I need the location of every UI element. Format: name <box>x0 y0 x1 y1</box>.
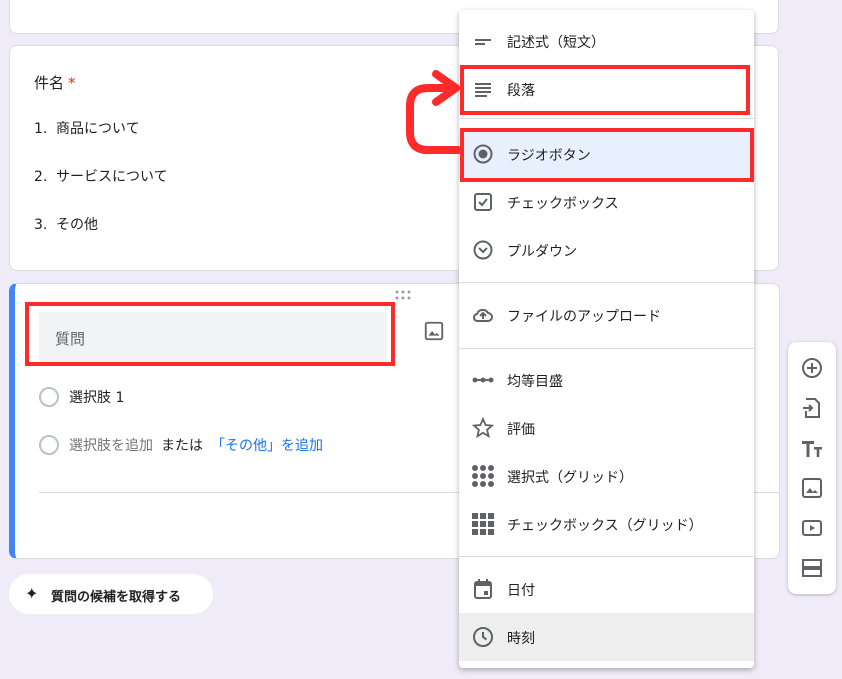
question-title: 件名 * <box>34 74 76 92</box>
linear-scale-icon <box>472 377 494 383</box>
choice-option-1[interactable]: 選択肢 1 <box>69 387 124 407</box>
list-item: 2. サービスについて <box>34 169 168 185</box>
question-input[interactable]: 質問 <box>39 312 387 365</box>
menu-item-time[interactable]: 時刻 <box>459 613 754 661</box>
radio-circle <box>39 435 59 455</box>
menu-item-dropdown[interactable]: プルダウン <box>459 226 754 274</box>
add-other-link[interactable]: 「その他」を追加 <box>211 435 323 455</box>
add-section-icon[interactable] <box>800 556 824 580</box>
menu-item-rating[interactable]: 評価 <box>459 404 754 452</box>
or-text: または <box>161 438 203 454</box>
radio-grid-icon <box>472 465 494 487</box>
question-type-menu: 記述式（短文） 段落 ラジオボタン チェックボックス プルダウン ファイルのアッ… <box>459 10 754 668</box>
calendar-icon <box>474 579 492 599</box>
cloud-upload-icon <box>473 308 493 322</box>
menu-divider <box>459 282 754 283</box>
drag-handle-icon[interactable] <box>393 290 413 300</box>
menu-item-paragraph[interactable]: 段落 <box>459 65 754 113</box>
add-image-icon[interactable] <box>800 476 824 500</box>
star-icon <box>471 416 495 438</box>
menu-item-short-text[interactable]: 記述式（短文） <box>459 17 754 65</box>
list-item: 1. 商品について <box>34 121 140 137</box>
dropdown-icon <box>473 240 493 260</box>
floating-toolbar <box>788 342 836 594</box>
add-title-icon[interactable] <box>800 436 824 460</box>
required-mark: * <box>68 74 76 92</box>
menu-item-date[interactable]: 日付 <box>459 565 754 613</box>
checkbox-grid-icon <box>472 513 494 535</box>
suggest-questions-button[interactable]: ✦ 質問の候補を取得する <box>9 574 213 614</box>
menu-divider <box>459 118 754 119</box>
menu-item-file-upload[interactable]: ファイルのアップロード <box>459 291 754 339</box>
import-questions-icon[interactable] <box>800 396 824 420</box>
menu-item-checkbox[interactable]: チェックボックス <box>459 178 754 226</box>
paragraph-icon <box>475 83 491 97</box>
checkbox-icon <box>474 193 492 211</box>
menu-item-radio[interactable]: ラジオボタン <box>459 130 754 178</box>
clock-icon <box>473 627 493 647</box>
list-item: 3. その他 <box>34 217 98 233</box>
add-choice-link[interactable]: 選択肢を追加 <box>69 435 153 455</box>
radio-circle <box>39 387 59 407</box>
short-text-icon <box>475 39 491 45</box>
menu-divider <box>459 348 754 349</box>
menu-item-radio-grid[interactable]: 選択式（グリッド） <box>459 452 754 500</box>
add-question-icon[interactable] <box>800 356 824 380</box>
radio-button-icon <box>473 144 493 164</box>
menu-item-checkbox-grid[interactable]: チェックボックス（グリッド） <box>459 500 754 548</box>
menu-item-linear-scale[interactable]: 均等目盛 <box>459 356 754 404</box>
image-icon[interactable] <box>423 320 445 342</box>
sparkle-icon: ✦ <box>25 584 39 603</box>
add-video-icon[interactable] <box>800 516 824 540</box>
menu-divider <box>459 556 754 557</box>
